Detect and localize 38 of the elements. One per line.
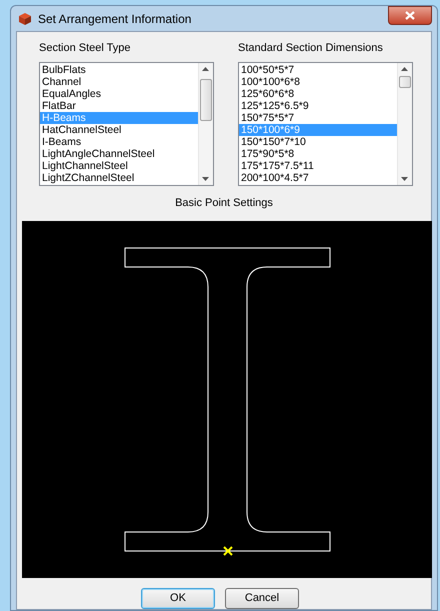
- scrollbar[interactable]: [198, 63, 213, 185]
- cancel-button[interactable]: Cancel: [225, 588, 299, 608]
- list-item[interactable]: LightZChannelSteel: [40, 172, 198, 184]
- section-label: Basic Point Settings: [175, 197, 273, 209]
- list-item[interactable]: 150*150*7*10: [239, 136, 397, 148]
- ok-button[interactable]: OK: [141, 588, 215, 608]
- close-icon: [405, 11, 415, 20]
- list-item[interactable]: 175*90*5*8: [239, 148, 397, 160]
- scroll-thumb[interactable]: [200, 79, 212, 121]
- list-label: Standard Section Dimensions: [238, 41, 384, 56]
- list-item[interactable]: 125*125*6.5*9: [239, 100, 397, 112]
- window-title: Set Arrangement Information: [38, 10, 192, 28]
- scroll-thumb[interactable]: [399, 76, 411, 88]
- list-item[interactable]: Channel: [40, 76, 198, 88]
- scrollbar[interactable]: [397, 63, 412, 185]
- scroll-down-icon[interactable]: [202, 177, 209, 181]
- scroll-up-icon[interactable]: [401, 67, 408, 71]
- list-item[interactable]: LightAngleChannelSteel: [40, 148, 198, 160]
- list-item[interactable]: HatChannelSteel: [40, 124, 198, 136]
- list-item[interactable]: 100*50*5*7: [239, 64, 397, 76]
- list-item[interactable]: 200*100*4.5*7: [239, 172, 397, 184]
- app-icon: [18, 12, 32, 26]
- list-item[interactable]: 125*60*6*8: [239, 88, 397, 100]
- list-item[interactable]: BulbFlats: [40, 64, 198, 76]
- list-item[interactable]: 150*75*5*7: [239, 112, 397, 124]
- section-type-list[interactable]: BulbFlats Channel EqualAngles FlatBar H-Beams HatChannelSteel I-Beams LightAngleChannelSteel LightChannelSteel LightZChannelSteel: [39, 62, 214, 186]
- dimensions-list[interactable]: 100*50*5*7 100*100*6*8 125*60*6*8 125*125*6.5*9 150*75*5*7 150*100*6*9 150*150*7*10 175*90*5*8 175*175*7.5*11 200*100*4.5*7: [238, 62, 413, 186]
- list-item[interactable]: 175*175*7.5*11: [239, 160, 397, 172]
- list-item[interactable]: I-Beams: [40, 136, 198, 148]
- list-item[interactable]: 100*100*6*8: [239, 76, 397, 88]
- scroll-down-icon[interactable]: [401, 177, 408, 181]
- base-point-icon[interactable]: [223, 546, 233, 556]
- list-item[interactable]: LightChannelSteel: [40, 160, 198, 172]
- list-label: Section Steel Type: [39, 41, 132, 56]
- list-item[interactable]: EqualAngles: [40, 88, 198, 100]
- close-button[interactable]: [388, 6, 432, 25]
- list-item[interactable]: FlatBar: [40, 100, 198, 112]
- scroll-up-icon[interactable]: [202, 67, 209, 71]
